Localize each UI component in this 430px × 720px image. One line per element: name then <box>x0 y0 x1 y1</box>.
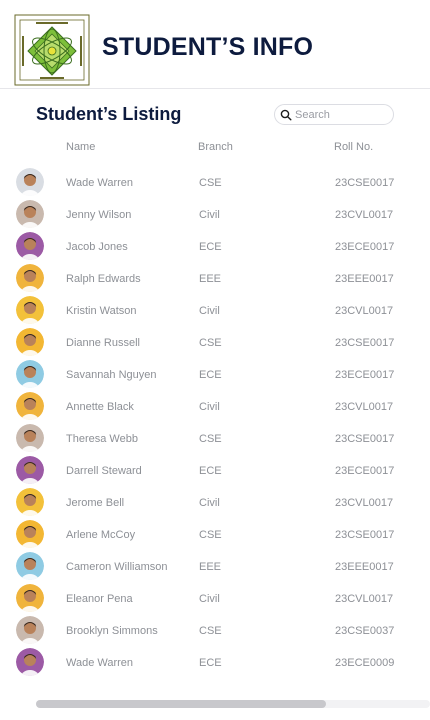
student-roll-number: 23CVL0017 <box>335 305 394 317</box>
student-name: Dianne Russell <box>66 337 140 349</box>
student-table: Wade Warren CSE 23CSE0017 Jenny Wilson Civil… <box>0 166 430 678</box>
university-seal-logo <box>14 14 90 86</box>
avatar <box>16 392 44 420</box>
avatar <box>16 424 44 452</box>
student-branch: CSE <box>199 337 222 349</box>
column-header-branch[interactable]: Branch <box>198 141 233 153</box>
search-box[interactable] <box>274 104 394 125</box>
listing-title: Student’s Listing <box>36 104 182 124</box>
student-roll-number: 23ECE0017 <box>335 465 395 477</box>
app-header: STUDENT’S INFO <box>0 0 430 89</box>
student-roll-number: 23CSE0037 <box>335 625 395 637</box>
student-name: Jenny Wilson <box>66 209 132 221</box>
table-row[interactable]: Theresa Webb CSE 23CSE0017 <box>0 422 430 454</box>
column-header-name[interactable]: Name <box>66 141 95 153</box>
avatar <box>16 328 44 356</box>
student-name: Brooklyn Simmons <box>66 625 158 637</box>
table-row[interactable]: Brooklyn Simmons CSE 23CSE0037 <box>0 614 430 646</box>
student-name: Wade Warren <box>66 657 134 669</box>
student-name: Arlene McCoy <box>66 529 136 541</box>
table-row[interactable]: Darrell Steward ECE 23ECE0017 <box>0 454 430 486</box>
search-icon <box>280 109 292 121</box>
student-roll-number: 23EEE0017 <box>335 273 394 285</box>
student-name: Jacob Jones <box>66 241 128 253</box>
student-roll-number: 23ECE0017 <box>335 241 395 253</box>
table-row[interactable]: Cameron Williamson EEE 23EEE0017 <box>0 550 430 582</box>
avatar <box>16 584 44 612</box>
table-row[interactable]: Annette Black Civil 23CVL0017 <box>0 390 430 422</box>
student-branch: ECE <box>199 465 222 477</box>
student-roll-number: 23CSE0017 <box>335 337 395 349</box>
student-roll-number: 23ECE0017 <box>335 369 395 381</box>
student-roll-number: 23CVL0017 <box>335 401 394 413</box>
student-branch: CSE <box>199 433 222 445</box>
student-branch: Civil <box>199 401 220 413</box>
table-row[interactable]: Wade Warren ECE 23ECE0009 <box>0 646 430 678</box>
student-roll-number: 23CSE0017 <box>335 529 395 541</box>
avatar <box>16 552 44 580</box>
student-name: Savannah Nguyen <box>66 369 157 381</box>
student-branch: EEE <box>199 561 222 573</box>
avatar <box>16 232 44 260</box>
avatar <box>16 264 44 292</box>
student-name: Eleanor Pena <box>66 593 133 605</box>
student-branch: Civil <box>199 305 220 317</box>
table-row[interactable]: Wade Warren CSE 23CSE0017 <box>0 166 430 198</box>
student-roll-number: 23CVL0017 <box>335 209 394 221</box>
student-roll-number: 23EEE0017 <box>335 561 394 573</box>
table-row[interactable]: Jacob Jones ECE 23ECE0017 <box>0 230 430 262</box>
table-row[interactable]: Kristin Watson Civil 23CVL0017 <box>0 294 430 326</box>
avatar <box>16 488 44 516</box>
student-name: Cameron Williamson <box>66 561 168 573</box>
table-row[interactable]: Eleanor Pena Civil 23CVL0017 <box>0 582 430 614</box>
avatar <box>16 360 44 388</box>
student-branch: Civil <box>199 593 220 605</box>
avatar <box>16 520 44 548</box>
table-row[interactable]: Dianne Russell CSE 23CSE0017 <box>0 326 430 358</box>
student-name: Ralph Edwards <box>66 273 141 285</box>
table-row[interactable]: Jerome Bell Civil 23CVL0017 <box>0 486 430 518</box>
student-name: Wade Warren <box>66 177 134 189</box>
search-input[interactable] <box>295 107 387 123</box>
student-roll-number: 23CVL0017 <box>335 593 394 605</box>
horizontal-scrollbar-thumb[interactable] <box>36 700 326 708</box>
student-roll-number: 23CSE0017 <box>335 177 395 189</box>
student-roll-number: 23CSE0017 <box>335 433 395 445</box>
student-branch: Civil <box>199 209 220 221</box>
table-row[interactable]: Jenny Wilson Civil 23CVL0017 <box>0 198 430 230</box>
avatar <box>16 168 44 196</box>
avatar <box>16 200 44 228</box>
student-roll-number: 23CVL0017 <box>335 497 394 509</box>
avatar <box>16 616 44 644</box>
student-branch: ECE <box>199 369 222 381</box>
avatar <box>16 648 44 676</box>
student-branch: ECE <box>199 657 222 669</box>
table-row[interactable]: Ralph Edwards EEE 23EEE0017 <box>0 262 430 294</box>
student-roll-number: 23ECE0009 <box>335 657 395 669</box>
page-title: STUDENT’S INFO <box>102 33 314 61</box>
student-name: Darrell Steward <box>66 465 142 477</box>
avatar <box>16 456 44 484</box>
student-branch: CSE <box>199 529 222 541</box>
student-name: Kristin Watson <box>66 305 137 317</box>
student-branch: CSE <box>199 177 222 189</box>
student-branch: CSE <box>199 625 222 637</box>
avatar <box>16 296 44 324</box>
student-branch: ECE <box>199 241 222 253</box>
table-row[interactable]: Savannah Nguyen ECE 23ECE0017 <box>0 358 430 390</box>
table-row[interactable]: Arlene McCoy CSE 23CSE0017 <box>0 518 430 550</box>
student-branch: Civil <box>199 497 220 509</box>
student-name: Jerome Bell <box>66 497 125 509</box>
column-header-roll[interactable]: Roll No. <box>334 141 373 153</box>
student-name: Annette Black <box>66 401 134 413</box>
student-name: Theresa Webb <box>66 433 138 445</box>
student-branch: EEE <box>199 273 222 285</box>
